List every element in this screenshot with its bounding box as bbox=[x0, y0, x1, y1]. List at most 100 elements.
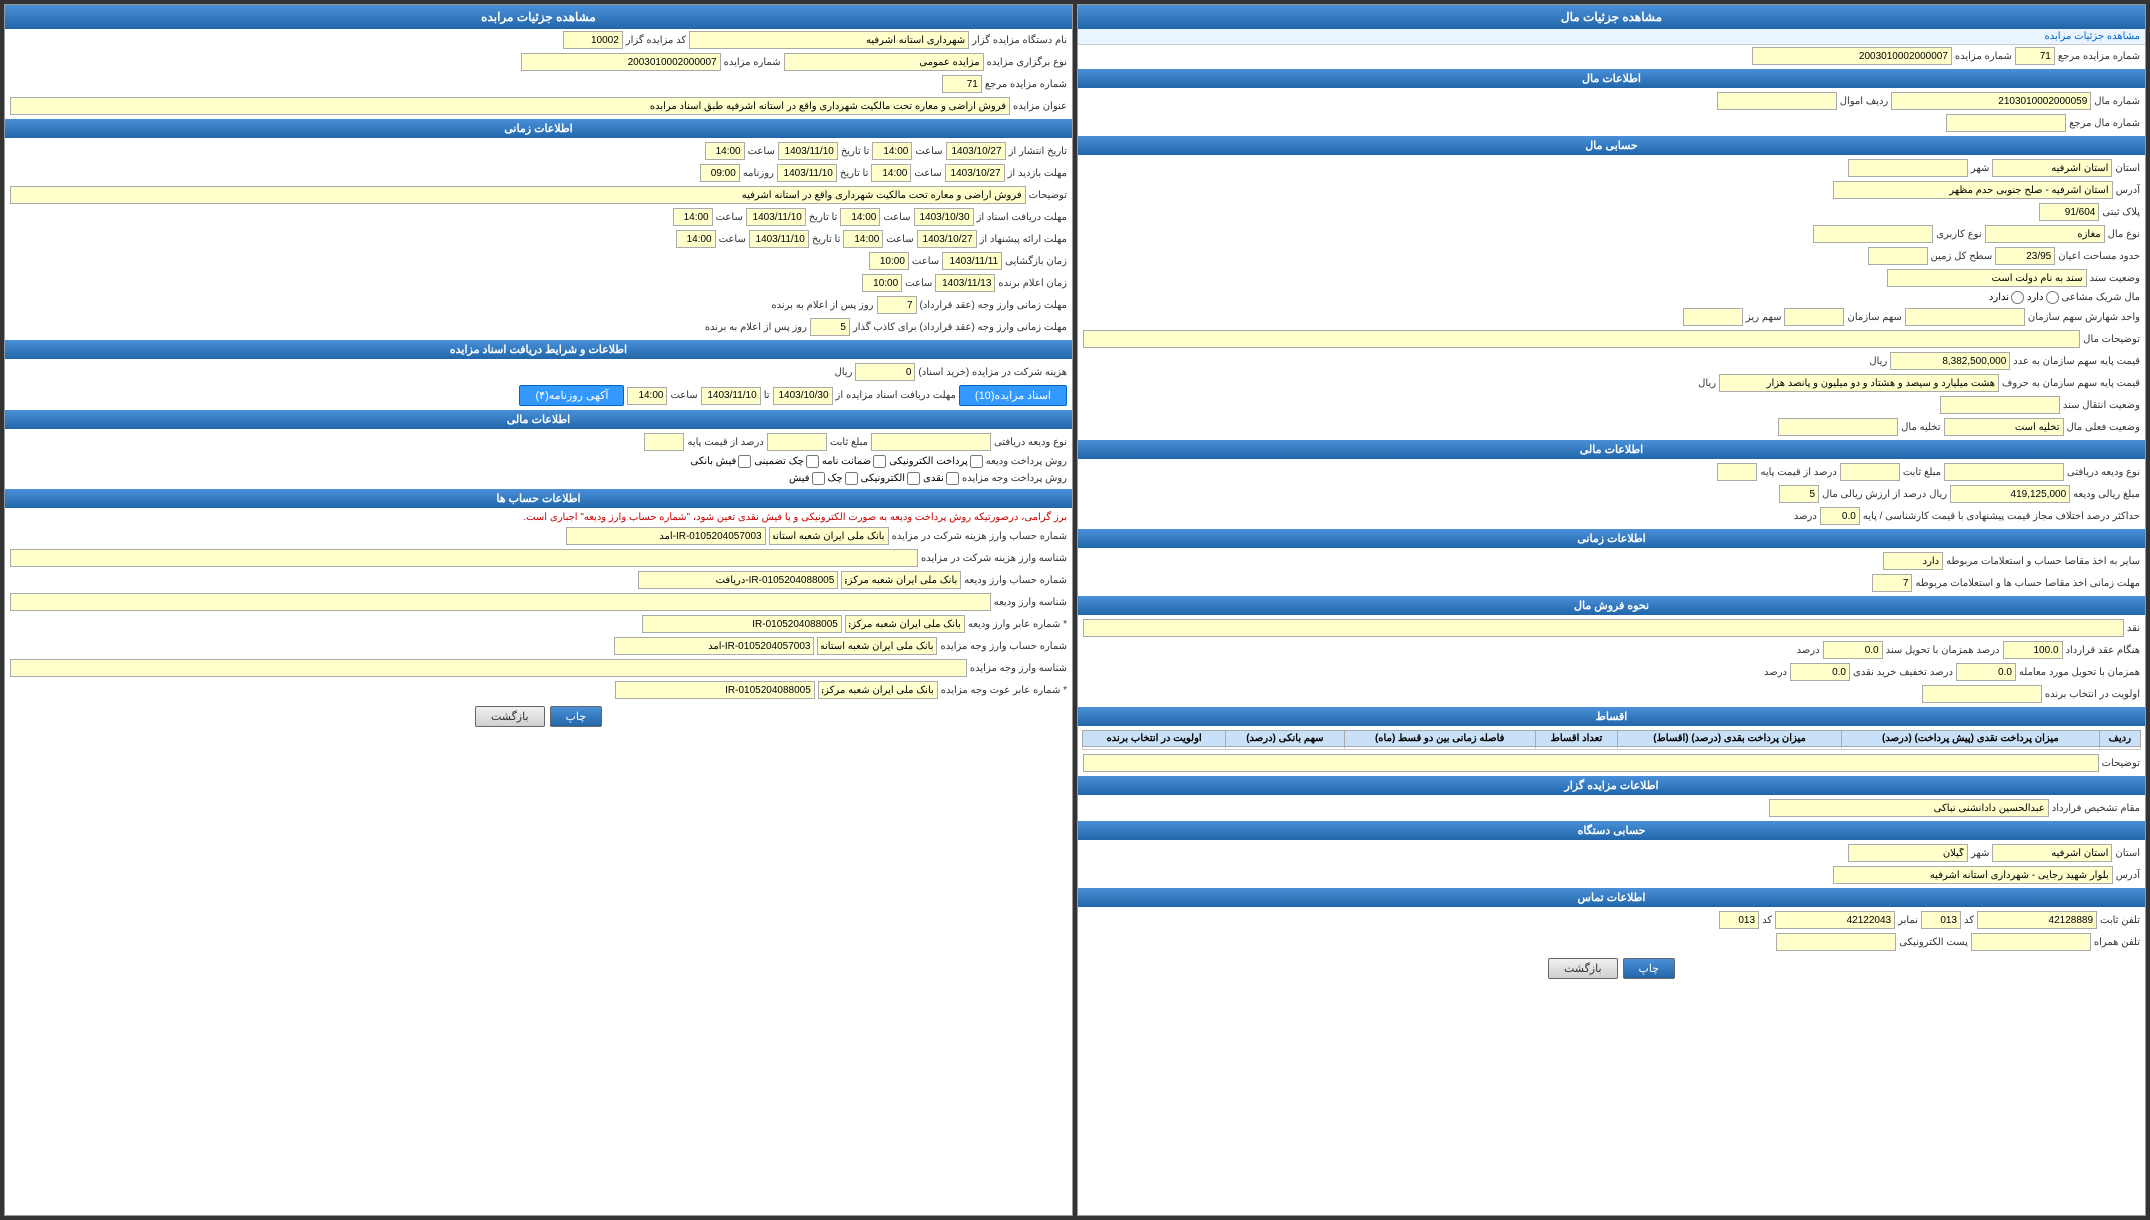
pay2-check-checkbox[interactable] bbox=[845, 472, 858, 485]
right-back-button[interactable]: بازگشت bbox=[475, 706, 545, 727]
acc3-num[interactable] bbox=[642, 615, 842, 633]
riyal-input[interactable] bbox=[1950, 485, 2070, 503]
akhi-button[interactable]: آکهی روزنامه(۴) bbox=[519, 385, 624, 406]
mohlat-input[interactable] bbox=[1872, 574, 1912, 592]
mal-revenue-input[interactable] bbox=[1717, 92, 1837, 110]
sahm-sazman-input[interactable] bbox=[1905, 308, 2025, 326]
brande-date-input[interactable] bbox=[935, 274, 995, 292]
mohlat2-to-time[interactable] bbox=[673, 208, 713, 226]
mohlat-asnad-from[interactable] bbox=[773, 387, 833, 405]
area-ground-input[interactable] bbox=[1868, 247, 1928, 265]
acc5-bank[interactable] bbox=[818, 681, 938, 699]
enteshar-from-time[interactable] bbox=[872, 142, 912, 160]
mohlat3-to-input[interactable] bbox=[749, 230, 809, 248]
mal-ref-input[interactable] bbox=[1946, 114, 2066, 132]
maltype-input[interactable] bbox=[1985, 225, 2105, 243]
mal-number-input[interactable] bbox=[1891, 92, 2091, 110]
address-input[interactable] bbox=[1833, 181, 2113, 199]
acc4-bank[interactable] bbox=[817, 637, 937, 655]
pay2-naghd-checkbox[interactable] bbox=[946, 472, 959, 485]
pay2-electronic-checkbox[interactable] bbox=[907, 472, 920, 485]
naghd-input[interactable] bbox=[1083, 619, 2124, 637]
acc2-bank[interactable] bbox=[841, 571, 961, 589]
mohlat-vadie-input[interactable] bbox=[810, 318, 850, 336]
angham-input[interactable] bbox=[2003, 641, 2063, 659]
acc4b-val[interactable] bbox=[10, 659, 967, 677]
price-input[interactable] bbox=[1890, 352, 2010, 370]
fax-code-input[interactable] bbox=[1719, 911, 1759, 929]
ref-number-input[interactable] bbox=[2015, 47, 2055, 65]
right-darsad-input[interactable] bbox=[644, 433, 684, 451]
avaloiat-input[interactable] bbox=[1922, 685, 2042, 703]
desc-zamani-input[interactable] bbox=[10, 186, 1026, 204]
mohlat3-to-time[interactable] bbox=[676, 230, 716, 248]
acc1b-val[interactable] bbox=[10, 549, 918, 567]
tahvil2-input[interactable] bbox=[1956, 663, 2016, 681]
payment-electronic-checkbox[interactable] bbox=[970, 455, 983, 468]
left-print-button[interactable]: چاپ bbox=[1623, 958, 1676, 979]
price-text-input[interactable] bbox=[1719, 374, 1999, 392]
name-input[interactable] bbox=[689, 31, 969, 49]
darsad-input[interactable] bbox=[1717, 463, 1757, 481]
pay2-fish-checkbox[interactable] bbox=[812, 472, 825, 485]
moqam-input[interactable] bbox=[1769, 799, 2049, 817]
notes-input[interactable] bbox=[1083, 754, 2099, 772]
bazgoshai-date-input[interactable] bbox=[942, 252, 1002, 270]
sahm-sazman2-input[interactable] bbox=[1784, 308, 1844, 326]
vadie-type-input[interactable] bbox=[1944, 463, 2064, 481]
acc1-bank[interactable] bbox=[769, 527, 889, 545]
province-input[interactable] bbox=[1992, 159, 2112, 177]
takhlie-input[interactable] bbox=[1944, 418, 2064, 436]
plak-input[interactable] bbox=[2039, 203, 2099, 221]
asnad-type-button[interactable]: اسناد مزایده(10) bbox=[959, 385, 1067, 406]
hariene-input[interactable] bbox=[855, 363, 915, 381]
enteshar-to-time[interactable] bbox=[705, 142, 745, 160]
bazgoshai-time-input[interactable] bbox=[869, 252, 909, 270]
tahvil-input[interactable] bbox=[1823, 641, 1883, 659]
acc2-num[interactable] bbox=[638, 571, 838, 589]
darsad2-input[interactable] bbox=[1779, 485, 1819, 503]
acc3-bank[interactable] bbox=[845, 615, 965, 633]
tel-input[interactable] bbox=[1977, 911, 2097, 929]
mohlat2-from-time[interactable] bbox=[840, 208, 880, 226]
address2-input[interactable] bbox=[1833, 866, 2113, 884]
acc5-num[interactable] bbox=[615, 681, 815, 699]
desc-input[interactable] bbox=[1083, 330, 2080, 348]
sharik-nadarad-radio[interactable] bbox=[2011, 291, 2024, 304]
auction-number-input[interactable] bbox=[1752, 47, 1952, 65]
acc1-num[interactable] bbox=[566, 527, 766, 545]
area-aian-input[interactable] bbox=[1995, 247, 2055, 265]
hesab-input[interactable] bbox=[1883, 552, 1943, 570]
hedad-input[interactable] bbox=[1820, 507, 1860, 525]
mohlat2-from-input[interactable] bbox=[914, 208, 974, 226]
right-print-button[interactable]: چاپ bbox=[550, 706, 603, 727]
mohlat-from-input[interactable] bbox=[945, 164, 1005, 182]
mobile-input[interactable] bbox=[1971, 933, 2091, 951]
city2-input[interactable] bbox=[1848, 844, 1968, 862]
brande-time-input[interactable] bbox=[862, 274, 902, 292]
sharik-darad-radio[interactable] bbox=[2046, 291, 2059, 304]
mohlat-asnad-time[interactable] bbox=[627, 387, 667, 405]
number-input[interactable] bbox=[521, 53, 721, 71]
code-input[interactable] bbox=[563, 31, 623, 49]
sahm-riz-input[interactable] bbox=[1683, 308, 1743, 326]
ref-input[interactable] bbox=[942, 75, 982, 93]
mohlat3-from-time[interactable] bbox=[843, 230, 883, 248]
takhfif-input[interactable] bbox=[1790, 663, 1850, 681]
right-vadie-input[interactable] bbox=[871, 433, 991, 451]
right-mablagh-input[interactable] bbox=[767, 433, 827, 451]
type-input[interactable] bbox=[784, 53, 984, 71]
email-input[interactable] bbox=[1776, 933, 1896, 951]
mohlat-to-input[interactable] bbox=[777, 164, 837, 182]
mohlat-to-time[interactable] bbox=[700, 164, 740, 182]
mohlat3-from-input[interactable] bbox=[917, 230, 977, 248]
sanad-transfer-input[interactable] bbox=[1940, 396, 2060, 414]
mablagh-input[interactable] bbox=[1840, 463, 1900, 481]
province2-input[interactable] bbox=[1992, 844, 2112, 862]
fax-input[interactable] bbox=[1775, 911, 1895, 929]
payment-check-checkbox[interactable] bbox=[806, 455, 819, 468]
acc4-num[interactable] bbox=[614, 637, 814, 655]
mohlat-from-time[interactable] bbox=[871, 164, 911, 182]
mohlat-zarar-input[interactable] bbox=[877, 296, 917, 314]
city-input[interactable] bbox=[1848, 159, 1968, 177]
